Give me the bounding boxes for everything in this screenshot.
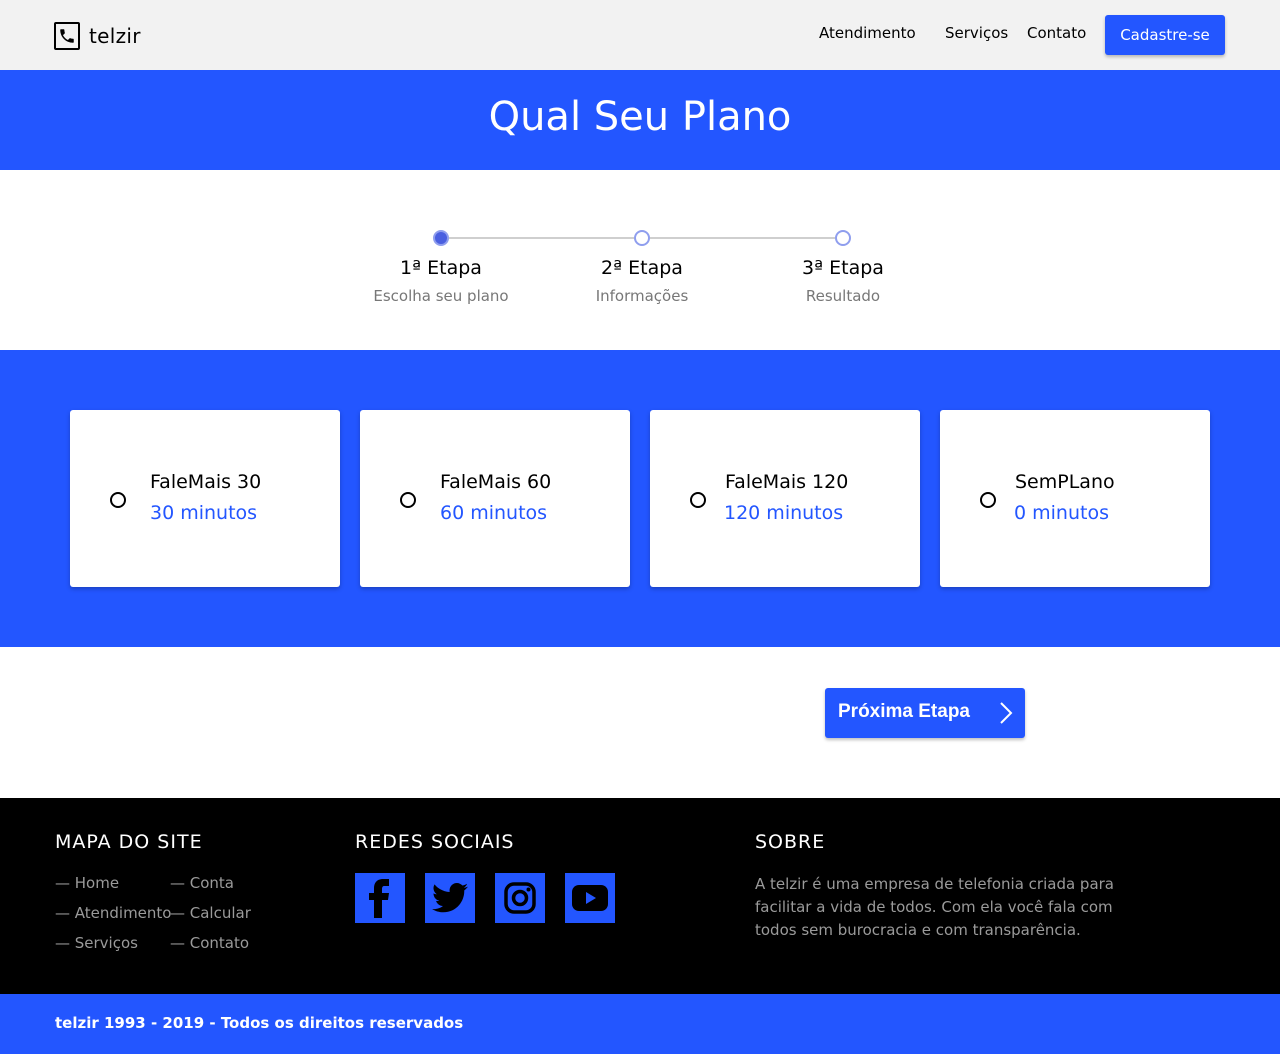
instagram-icon[interactable] [495,873,545,923]
nav-link-atendimento[interactable]: Atendimento [819,24,916,42]
brand-name: telzir [89,24,141,48]
copyright-text: telzir 1993 - 2019 - Todos os direitos r… [55,1014,464,1032]
chevron-right-icon [995,701,1015,725]
facebook-icon[interactable] [355,873,405,923]
step-title-1: 1ª Etapa [400,257,482,279]
brand-logo[interactable]: telzir [54,22,141,50]
plan-minutes: 60 minutos [440,502,548,524]
sitemap-link-servicos[interactable]: — Serviços [55,934,138,952]
about-text: A telzir é uma empresa de telefonia cria… [755,875,1115,939]
step-subtitle-2: Informações [595,287,689,305]
plan-card-falemais-30[interactable]: FaleMais 30 30 minutos [70,410,340,587]
sitemap-link-contato[interactable]: — Contato [170,934,249,952]
hero-banner: Qual Seu Plano [0,70,1280,170]
signup-button[interactable]: Cadastre-se [1105,15,1225,55]
step-subtitle-3: Resultado [805,287,881,305]
next-step-button[interactable]: Próxima Etapa [825,688,1025,738]
plan-minutes: 120 minutos [724,502,844,524]
next-step-label: Próxima Etapa [838,701,970,722]
plan-name: FaleMais 120 [725,471,849,493]
sitemap-heading: MAPA DO SITE [55,831,203,853]
step-title-3: 3ª Etapa [802,257,884,279]
phone-icon [54,22,80,50]
page-title: Qual Seu Plano [488,94,792,140]
sitemap-link-calcular[interactable]: — Calcular [170,904,251,922]
plan-name: FaleMais 30 [150,471,262,493]
site-header: telzir Atendimento Serviços Contato Cada… [0,0,1280,70]
plan-radio[interactable] [690,492,706,508]
plan-minutes: 30 minutos [150,502,258,524]
plan-name: FaleMais 60 [440,471,552,493]
step-indicator-2 [634,230,650,246]
sitemap-link-atendimento[interactable]: — Atendimento [55,904,171,922]
plan-radio[interactable] [400,492,416,508]
step-title-2: 2ª Etapa [601,257,683,279]
step-indicator-3 [835,230,851,246]
step-indicator-1 [433,230,449,246]
plan-card-falemais-60[interactable]: FaleMais 60 60 minutos [360,410,630,587]
nav-link-contato[interactable]: Contato [1027,24,1086,42]
plan-radio[interactable] [110,492,126,508]
twitter-icon[interactable] [425,873,475,923]
sitemap-link-home[interactable]: — Home [55,874,119,892]
plan-card-falemais-120[interactable]: FaleMais 120 120 minutos [650,410,920,587]
about-heading: SOBRE [755,831,826,853]
plans-section: FaleMais 30 30 minutos FaleMais 60 60 mi… [0,350,1280,647]
stepper-connector [650,237,835,239]
stepper-connector [449,237,634,239]
plan-name: SemPLano [1015,471,1115,493]
youtube-icon[interactable] [565,873,615,923]
step-subtitle-1: Escolha seu plano [373,287,509,305]
plan-card-semplano[interactable]: SemPLano 0 minutos [940,410,1210,587]
plan-minutes: 0 minutos [1014,502,1109,524]
copyright-bar: telzir 1993 - 2019 - Todos os direitos r… [0,994,1280,1054]
plan-radio[interactable] [980,492,996,508]
social-heading: REDES SOCIAIS [355,831,515,853]
sitemap-link-conta[interactable]: — Conta [170,874,234,892]
nav-link-servicos[interactable]: Serviços [945,24,1008,42]
site-footer: MAPA DO SITE — Home — Atendimento — Serv… [0,798,1280,994]
